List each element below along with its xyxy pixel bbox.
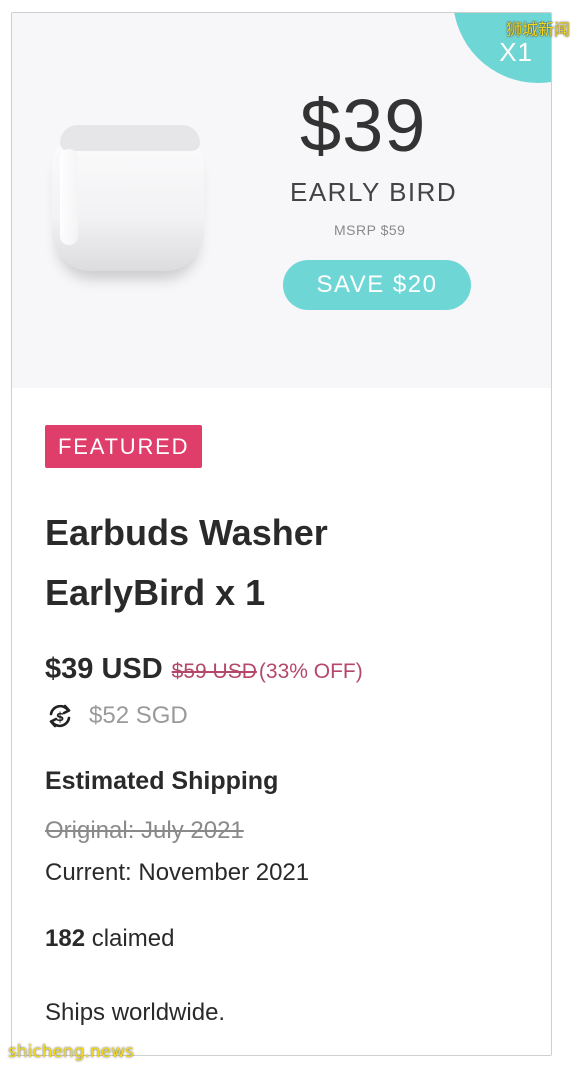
reward-hero-image: X1 $39 EARLY BIRD MSRP $59 SAVE $20 [12,13,551,388]
current-shipping-date: Current: November 2021 [45,859,310,886]
reward-title[interactable]: Earbuds Washer EarlyBird x 1 [45,503,515,623]
estimated-shipping-heading: Estimated Shipping [45,767,279,795]
hero-msrp: MSRP $59 [334,222,406,238]
original-shipping-date: Original: July 2021 [45,817,244,844]
reward-title-line-1: Earbuds Washer [45,512,328,553]
earbuds-washer-image [52,125,204,275]
watermark-bottom: shicheng.news [8,1042,134,1062]
save-pill: SAVE $20 [283,260,471,310]
converted-price: $52 SGD [89,702,188,729]
claimed-count: 182 [45,925,86,952]
claimed-label: claimed [85,925,175,952]
hero-tier-label: EARLY BIRD [290,177,458,207]
product-cube-highlight [60,149,78,245]
original-price: $59 USD [171,660,257,683]
currency-exchange-icon: $ [49,704,71,728]
watermark-top: 狮城新闻 [505,20,570,39]
discount-label: (33% OFF) [258,660,363,683]
hero-price: $39 [300,84,427,167]
featured-badge: FEATURED [45,425,203,468]
quantity-badge-label: X1 [499,37,533,67]
current-price: $39 USD [45,653,163,685]
reward-title-line-2: EarlyBird x 1 [45,572,266,613]
converted-price-row: $ $52 SGD [45,701,188,731]
svg-text:$: $ [56,710,64,724]
price-row: $39 USD $59 USD (33% OFF) [45,653,363,686]
claimed-count-row: 182 claimed [45,925,174,953]
ships-worldwide-note: Ships worldwide. [45,999,226,1026]
product-cube-lid [60,125,200,151]
reward-card[interactable]: X1 $39 EARLY BIRD MSRP $59 SAVE $20 FEAT… [11,12,552,1056]
